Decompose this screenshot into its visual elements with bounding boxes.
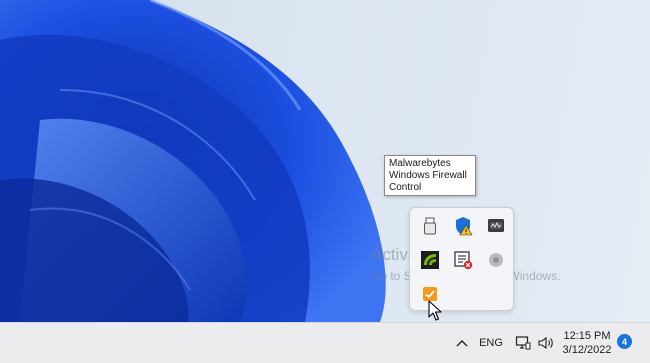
notification-count-badge[interactable]: 4 — [617, 334, 632, 349]
windows-security-warning-icon[interactable] — [451, 214, 475, 238]
tooltip-line-1: Malwarebytes — [389, 158, 451, 169]
network-icon[interactable] — [513, 323, 533, 363]
tray-overflow-flyout — [409, 207, 514, 311]
usb-device-icon[interactable] — [418, 214, 442, 238]
tray-tooltip: Malwarebytes Windows Firewall Control — [384, 155, 476, 196]
volume-icon[interactable] — [536, 323, 556, 363]
desktop: Activate Windows Go to Settings to activ… — [0, 0, 650, 322]
chevron-up-icon[interactable] — [452, 323, 472, 363]
tooltip-line-3: Control — [389, 182, 422, 193]
clock-date: 3/12/2022 — [562, 344, 612, 356]
taskbar: ENG 12:15 PM 3/12/2022 — [0, 322, 650, 363]
printer-error-icon[interactable] — [451, 248, 475, 272]
wallpaper-bloom — [0, 0, 386, 322]
monitor-app-icon[interactable] — [484, 214, 508, 238]
mouse-cursor-icon — [428, 300, 442, 321]
clock[interactable]: 12:15 PM 3/12/2022 — [558, 323, 616, 363]
tooltip-line-2: Windows Firewall — [389, 170, 467, 181]
language-indicator[interactable]: ENG — [476, 323, 506, 363]
nvidia-icon[interactable] — [418, 248, 442, 272]
clock-time: 12:15 PM — [563, 330, 611, 342]
round-gray-app-icon[interactable] — [484, 248, 508, 272]
